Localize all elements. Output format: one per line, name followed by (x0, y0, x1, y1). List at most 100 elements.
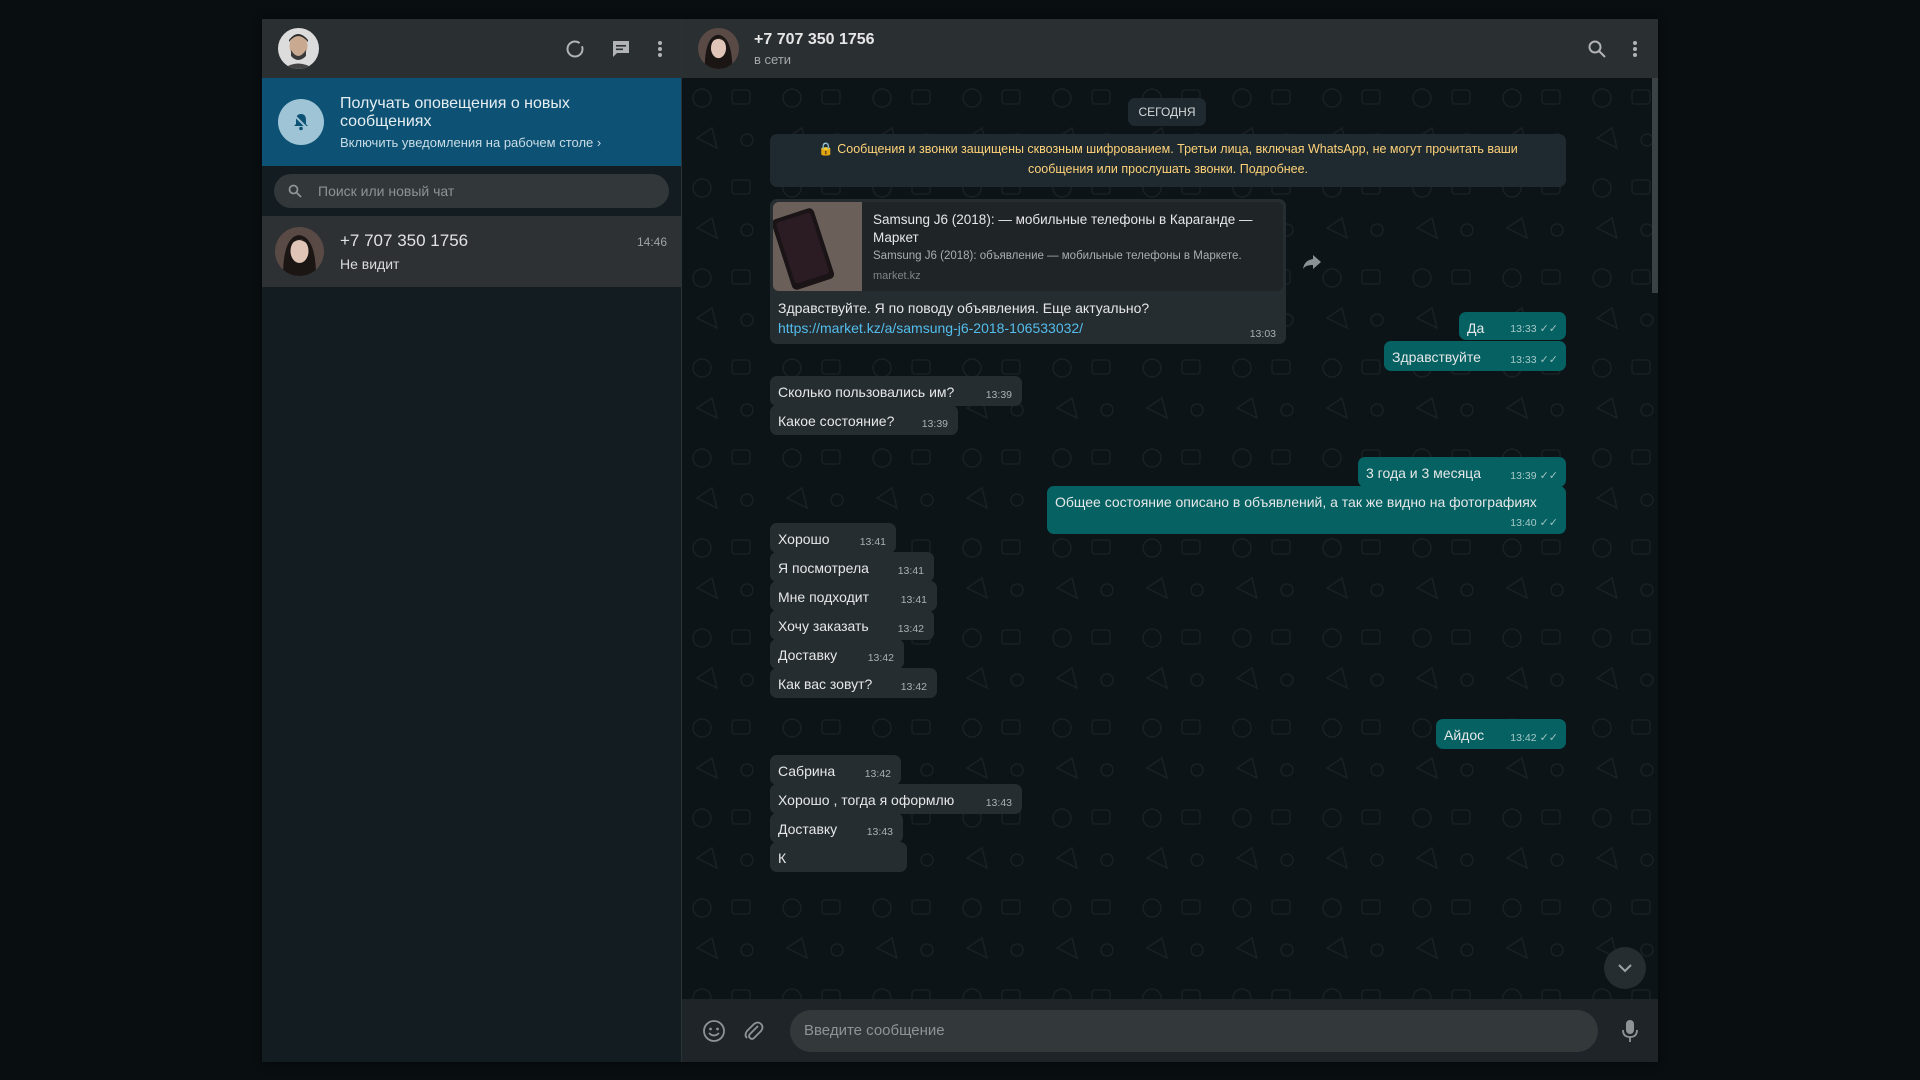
link-preview[interactable]: Samsung J6 (2018): — мобильные телефоны … (773, 202, 1283, 291)
contact-status: в сети (754, 51, 792, 67)
message-time: 13:43 (866, 826, 893, 838)
message-time: 13:42 ✓✓ (1510, 732, 1558, 744)
read-receipt-icon: ✓✓ (1539, 517, 1558, 529)
contact-avatar (275, 227, 324, 276)
message-composer (682, 999, 1658, 1062)
contact-name: +7 707 350 1756 (754, 30, 875, 48)
link-preview-site: market.kz (873, 270, 921, 282)
message-time: 13:39 ✓✓ (1510, 470, 1558, 482)
menu-icon[interactable] (1632, 40, 1638, 58)
incoming-message[interactable]: Я посмотрела 13:41 (770, 552, 934, 582)
message-text: Хорошо , тогда я оформлю (778, 792, 955, 808)
notification-title: Получать оповещения о новых сообщениях (340, 94, 570, 130)
contact-avatar[interactable] (698, 28, 739, 69)
read-receipt-icon: ✓✓ (1539, 470, 1558, 482)
search-input[interactable] (316, 182, 620, 200)
incoming-message[interactable]: Доставку 13:42 (770, 639, 904, 669)
incoming-message[interactable]: Сабрина 13:42 (770, 755, 901, 785)
outgoing-message[interactable]: 3 года и 3 месяца 13:39 ✓✓ (1358, 457, 1566, 487)
message-time: 13:41 (859, 536, 886, 548)
search-icon[interactable] (1588, 40, 1606, 58)
notification-banner[interactable]: Получать оповещения о новых сообщениях В… (262, 78, 681, 166)
search-bar (262, 166, 681, 216)
microphone-icon[interactable] (1622, 1019, 1638, 1043)
message-text: Общее состояние описано в объявлений, а … (1055, 494, 1537, 510)
incoming-message[interactable]: Как вас зовут? 13:42 (770, 668, 937, 698)
incoming-message[interactable]: Какое состояние? 13:39 (770, 405, 958, 435)
incoming-link-message[interactable]: Samsung J6 (2018): — мобильные телефоны … (770, 199, 1286, 344)
message-text: Я посмотрела (778, 560, 869, 576)
encryption-notice[interactable]: 🔒 Сообщения и звонки защищены сквозным ш… (770, 134, 1566, 187)
outgoing-message[interactable]: Да 13:33 ✓✓ (1459, 312, 1566, 340)
chat-name: +7 707 350 1756 (340, 231, 469, 250)
message-text: Хорошо (778, 531, 830, 547)
bell-off-icon (278, 99, 324, 145)
message-link[interactable]: https://market.kz/a/samsung-j6-2018-1065… (778, 320, 1083, 336)
scroll-down-button[interactable] (1604, 947, 1646, 989)
message-text: Здравствуйте (1392, 349, 1481, 365)
message-input[interactable] (802, 1021, 1586, 1040)
outgoing-message[interactable]: Общее состояние описано в объявлений, а … (1047, 486, 1566, 534)
incoming-message[interactable]: Мне подходит 13:41 (770, 581, 937, 611)
read-receipt-icon: ✓✓ (1539, 323, 1558, 335)
message-time: 13:42 (867, 652, 894, 664)
phone-thumbnail (773, 202, 862, 291)
message-time: 13:43 (985, 797, 1012, 809)
status-icon[interactable] (565, 39, 585, 59)
message-text: Здравствуйте. Я по поводу объявления. Ещ… (778, 300, 1150, 316)
message-time: 13:03 (1249, 328, 1276, 340)
message-time: 13:33 ✓✓ (1510, 354, 1558, 366)
read-receipt-icon: ✓✓ (1539, 354, 1558, 366)
incoming-message[interactable]: Хорошо 13:41 (770, 523, 896, 553)
incoming-message[interactable]: Хочу заказать 13:42 (770, 610, 934, 640)
conversation-panel: +7 707 350 1756 в сети СЕГОДНЯ 🔒 Сообщен… (682, 19, 1658, 1062)
message-time: 13:42 (900, 681, 927, 693)
emoji-icon[interactable] (702, 1019, 726, 1043)
message-text: Сабрина (778, 763, 836, 779)
link-preview-title: Samsung J6 (2018): — мобильные телефоны … (873, 212, 1253, 245)
message-text: 3 года и 3 месяца (1366, 465, 1481, 481)
outgoing-message[interactable]: Айдос 13:42 ✓✓ (1436, 719, 1566, 749)
chat-last-message: Не видит (340, 256, 400, 272)
chat-time: 14:46 (636, 235, 667, 249)
message-list: СЕГОДНЯ 🔒 Сообщения и звонки защищены ск… (682, 78, 1658, 999)
message-text: Айдос (1444, 727, 1485, 743)
incoming-message[interactable]: Доставку 13:43 (770, 813, 903, 843)
enable-notifications-link[interactable]: Включить уведомления на рабочем столе › (340, 135, 665, 150)
message-time: 13:42 (897, 623, 924, 635)
message-text: Мне подходит (778, 589, 870, 605)
message-text: Сколько пользовались им? (778, 384, 955, 400)
message-time: 13:40 ✓✓ (1510, 517, 1558, 529)
link-preview-description: Samsung J6 (2018): объявление — мобильны… (873, 250, 1242, 262)
message-text: Как вас зовут? (778, 676, 873, 692)
message-text: Какое состояние? (778, 413, 895, 429)
scrollbar[interactable] (1652, 78, 1658, 293)
read-receipt-icon: ✓✓ (1539, 732, 1558, 744)
new-chat-icon[interactable] (611, 39, 631, 59)
forward-icon[interactable] (1303, 255, 1321, 274)
message-time: 13:33 ✓✓ (1510, 323, 1558, 335)
message-time: 13:41 (897, 565, 924, 577)
date-divider: СЕГОДНЯ (1128, 98, 1206, 126)
my-avatar[interactable] (278, 28, 319, 69)
message-text: Да (1467, 320, 1485, 336)
menu-icon[interactable] (657, 40, 663, 58)
attach-icon[interactable] (742, 1020, 764, 1042)
message-text: Доставку (778, 647, 838, 663)
message-time: 13:42 (864, 768, 891, 780)
message-text: Доставку (778, 821, 838, 837)
outgoing-message[interactable]: Здравствуйте 13:33 ✓✓ (1384, 341, 1566, 371)
message-time: 13:39 (921, 418, 948, 430)
search-icon (288, 184, 302, 198)
whatsapp-web-window: Получать оповещения о новых сообщениях В… (262, 19, 1658, 1062)
incoming-message[interactable]: К (770, 842, 907, 872)
sidebar: Получать оповещения о новых сообщениях В… (262, 19, 682, 1062)
message-text: Хочу заказать (778, 618, 869, 634)
incoming-message[interactable]: Хорошо , тогда я оформлю 13:43 (770, 784, 1022, 814)
incoming-message[interactable]: Сколько пользовались им? 13:39 (770, 376, 1022, 406)
message-time: 13:41 (900, 594, 927, 606)
message-text: К (778, 850, 787, 866)
conversation-header[interactable]: +7 707 350 1756 в сети (682, 19, 1658, 78)
chat-list-item[interactable]: +7 707 350 1756 14:46 Не видит (262, 216, 681, 287)
sidebar-header (262, 19, 681, 78)
